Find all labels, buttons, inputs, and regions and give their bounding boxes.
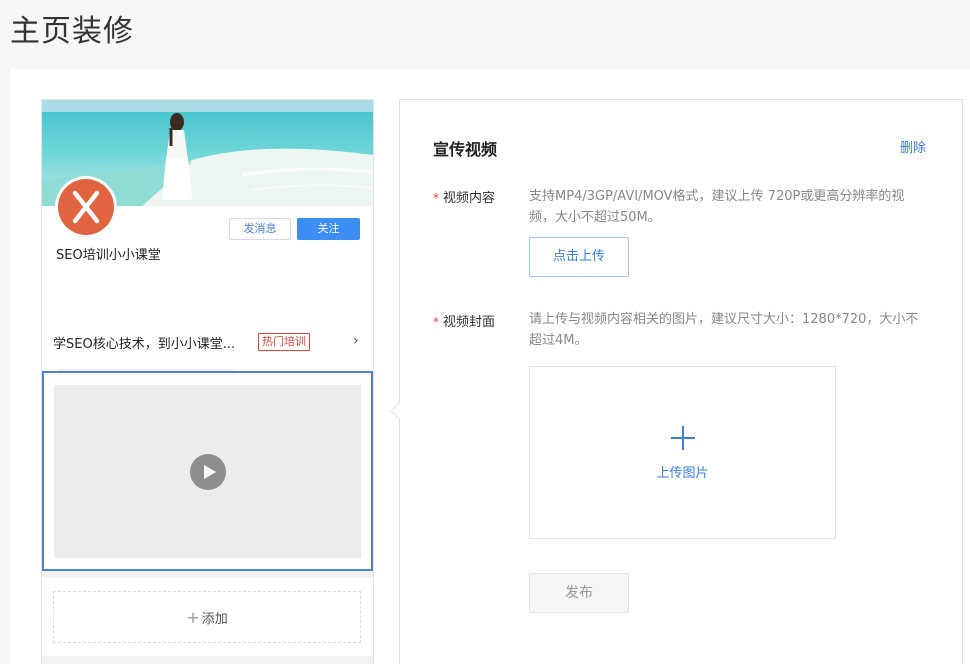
add-module-button[interactable]: + 添加 — [53, 591, 361, 643]
page-title: 主页装修 — [10, 14, 134, 49]
video-content-label-text: 视频内容 — [443, 191, 496, 206]
play-icon[interactable] — [190, 454, 226, 490]
chevron-right-icon: › — [353, 333, 359, 349]
hot-training-badge: 热门培训 — [258, 333, 310, 351]
follow-button[interactable]: 关注 — [297, 218, 360, 240]
homepage-preview: 发消息 关注 SEO培训小小课堂 学SEO核心技术，到小小课堂... 热门培训 … — [41, 99, 374, 664]
upload-image-box[interactable]: 上传图片 — [529, 366, 836, 539]
course-title: 学SEO核心技术，到小小课堂... — [53, 337, 236, 352]
add-module-area: + 添加 — [42, 578, 373, 656]
x-logo-icon — [58, 179, 114, 235]
plus-icon: + — [186, 607, 200, 627]
video-content-label: * 视频内容 — [433, 187, 495, 206]
plus-icon — [671, 426, 695, 450]
avatar — [55, 176, 117, 238]
upload-video-button[interactable]: 点击上传 — [529, 237, 629, 277]
required-mark: * — [433, 315, 439, 329]
cover-size-hint: 请上传与视频内容相关的图片，建议尺寸大小：1280*720，大小不超过4M。 — [529, 312, 919, 348]
video-cover-label-text: 视频封面 — [443, 315, 496, 330]
panel-title: 宣传视频 — [433, 140, 498, 159]
video-editor-panel: 宣传视频 删除 * 视频内容 支持MP4/3GP/AVI/MOV格式，建议上传 7… — [390, 99, 963, 664]
promo-video-module[interactable] — [42, 371, 373, 571]
course-row[interactable]: 学SEO核心技术，到小小课堂... 热门培训 › — [42, 318, 373, 364]
send-message-button[interactable]: 发消息 — [229, 218, 291, 240]
upload-image-label: 上传图片 — [656, 466, 709, 481]
add-label: 添加 — [201, 611, 228, 627]
video-format-hint: 支持MP4/3GP/AVI/MOV格式，建议上传 720P或更高分辨率的视频，大… — [529, 189, 905, 225]
publish-button[interactable]: 发布 — [529, 573, 629, 613]
required-mark: * — [433, 191, 439, 205]
video-cover-label: * 视频封面 — [433, 311, 495, 330]
account-name: SEO培训小小课堂 — [56, 248, 161, 263]
delete-link[interactable]: 删除 — [900, 137, 926, 156]
video-placeholder — [54, 385, 361, 558]
